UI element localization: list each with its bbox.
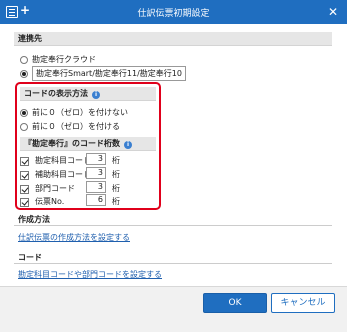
checkbox[interactable]	[20, 197, 29, 207]
code-digits-title: 『勘定奉行』のコード桁数	[24, 139, 120, 148]
radio-label: 前に０（ゼロ）を付ける	[32, 122, 120, 131]
radio-label: 前に０（ゼロ）を付けない	[32, 108, 128, 117]
unit-label: 桁	[112, 197, 120, 206]
radio-button[interactable]	[20, 122, 28, 131]
close-button[interactable]: ✕	[323, 2, 343, 22]
radio-button-selected[interactable]	[20, 108, 28, 117]
row-label: 部門コード	[35, 184, 75, 193]
radio-no-zero[interactable]: 前に０（ゼロ）を付けない	[20, 107, 128, 118]
row-label: 伝票No.	[35, 197, 65, 206]
radio-button-selected[interactable]	[20, 69, 28, 78]
info-icon[interactable]: i	[124, 141, 132, 149]
radio-kanjo-smart[interactable]: 勘定奉行Smart/勘定奉行11/勘定奉行10	[20, 66, 186, 81]
digit-row-account: 勘定科目コード 3 桁	[20, 153, 150, 167]
info-icon[interactable]: i	[92, 91, 100, 99]
dialog-footer: OK キャンセル	[0, 286, 347, 332]
checkbox[interactable]	[20, 184, 29, 194]
unit-label: 桁	[112, 184, 120, 193]
divider	[14, 263, 332, 264]
link-target-header: 連携先	[14, 32, 332, 46]
digits-input[interactable]: 3	[86, 181, 106, 193]
row-label: 勘定科目コード	[35, 156, 91, 165]
radio-button[interactable]	[20, 55, 28, 64]
cancel-button[interactable]: キャンセル	[271, 293, 335, 313]
code-settings-link[interactable]: 勘定科目コードや部門コードを設定する	[18, 269, 162, 280]
row-label: 補助科目コード	[35, 170, 91, 179]
digit-row-subaccount: 補助科目コード 3 桁	[20, 167, 150, 181]
code-display-header: コードの表示方法 i	[20, 87, 156, 101]
digits-input[interactable]: 3	[86, 153, 106, 165]
title-bar: + 仕訳伝票初期設定 ✕	[0, 0, 347, 24]
checkbox[interactable]	[20, 156, 29, 166]
creation-settings-link[interactable]: 仕訳伝票の作成方法を設定する	[18, 232, 130, 243]
creation-header: 作成方法	[18, 215, 50, 224]
unit-label: 桁	[112, 170, 120, 179]
digits-input[interactable]: 3	[86, 167, 106, 179]
radio-kanjo-cloud[interactable]: 勘定奉行クラウド	[20, 54, 96, 65]
digit-row-voucher: 伝票No. 6 桁	[20, 194, 150, 208]
checkbox[interactable]	[20, 170, 29, 180]
divider	[14, 225, 332, 226]
ok-button[interactable]: OK	[203, 293, 267, 313]
digit-row-department: 部門コード 3 桁	[20, 181, 150, 195]
code-header: コード	[18, 253, 42, 262]
window-title: 仕訳伝票初期設定	[137, 9, 210, 19]
digits-input[interactable]: 6	[86, 194, 106, 206]
radio-label: 勘定奉行Smart/勘定奉行11/勘定奉行10	[32, 66, 186, 81]
radio-label: 勘定奉行クラウド	[32, 55, 96, 64]
unit-label: 桁	[112, 156, 120, 165]
code-digits-header: 『勘定奉行』のコード桁数 i	[20, 137, 156, 151]
code-display-title: コードの表示方法	[24, 89, 88, 98]
radio-add-zero[interactable]: 前に０（ゼロ）を付ける	[20, 121, 120, 132]
